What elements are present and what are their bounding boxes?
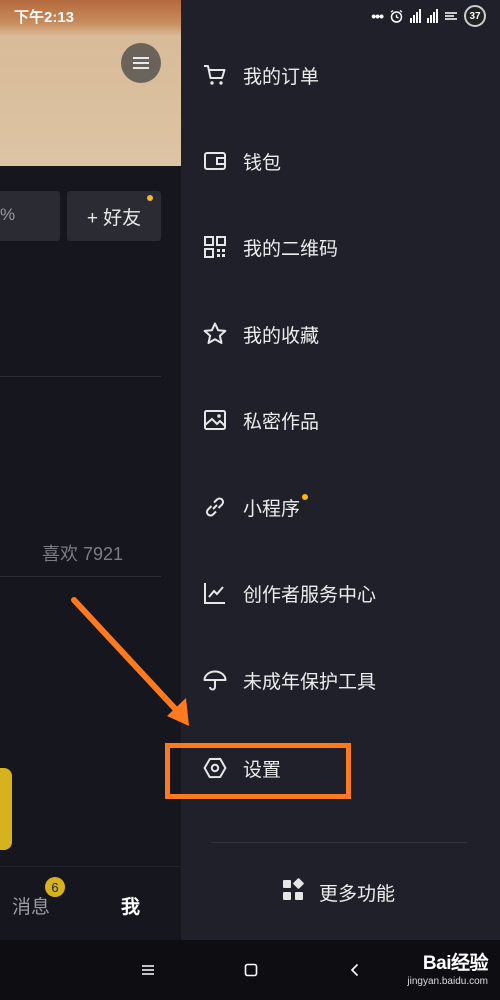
drawer-item-label: 小程序: [243, 498, 301, 520]
drawer-item-wallet[interactable]: 钱包: [181, 131, 500, 191]
signal-icon: [427, 9, 438, 23]
drawer-item-label: 私密作品: [243, 411, 320, 433]
drawer-item-private-works[interactable]: 私密作品: [181, 390, 500, 450]
profile-page-background: % + 好友 喜欢 7921 消息 6 我: [0, 0, 181, 940]
more-notifications-icon: •••: [371, 8, 384, 24]
profile-stat-text: %: [0, 205, 16, 224]
annotation-highlight-box: [165, 743, 351, 799]
baidu-jingyan-watermark: Bai经验 jingyan.baidu.com: [407, 948, 488, 987]
drawer-item-label: 钱包: [243, 152, 282, 174]
drawer-item-qrcode[interactable]: 我的二维码: [181, 217, 500, 277]
signal-icon: [410, 9, 421, 23]
side-drawer: 我的订单 钱包 我的二维码 我的收藏 私密作品 小程序 创作者服务中心 未成年保…: [181, 0, 500, 940]
home-button[interactable]: [239, 958, 263, 982]
tab-messages[interactable]: 消息: [12, 892, 50, 919]
divider: [0, 376, 161, 377]
drawer-item-label: 我的收藏: [243, 325, 320, 347]
watermark-site: jingyan.baidu.com: [407, 976, 488, 987]
menu-lines-icon: [142, 965, 154, 975]
drawer-item-label: 创作者服务中心: [243, 584, 377, 606]
drawer-item-creator-center[interactable]: 创作者服务中心: [181, 563, 500, 623]
recents-button[interactable]: [136, 958, 160, 982]
drawer-item-favorites[interactable]: 我的收藏: [181, 304, 500, 364]
grid-icon: [281, 877, 305, 907]
notification-dot: [302, 494, 308, 500]
more-features-button[interactable]: 更多功能: [281, 862, 395, 922]
status-bar: 下午2:13 ••• 37: [0, 0, 500, 32]
back-button[interactable]: [343, 958, 367, 982]
alarm-icon: [390, 9, 403, 23]
status-time: 下午2:13: [14, 9, 75, 26]
chevron-left-icon: [350, 963, 359, 977]
chart-icon: [202, 580, 228, 606]
notification-dot: [147, 195, 153, 201]
umbrella-icon: [202, 667, 228, 693]
hamburger-menu-button[interactable]: [121, 43, 161, 83]
tab-me[interactable]: 我: [121, 892, 140, 919]
bottom-tab-bar: 消息 6 我: [0, 866, 181, 940]
square-home-icon: [244, 963, 258, 977]
hamburger-icon: [133, 57, 149, 69]
battery-indicator: 37: [464, 5, 486, 27]
drawer-item-mini-programs[interactable]: 小程序: [181, 477, 500, 537]
floating-yellow-tab[interactable]: [0, 768, 12, 850]
add-friend-label: + 好友: [86, 207, 142, 229]
status-icons: ••• 37: [371, 5, 486, 27]
private-image-icon: [202, 407, 228, 433]
wallet-icon: [202, 148, 228, 174]
more-features-label: 更多功能: [319, 883, 396, 905]
drawer-item-label: 未成年保护工具: [243, 671, 377, 693]
cart-icon: [202, 62, 228, 88]
drawer-item-orders[interactable]: 我的订单: [181, 45, 500, 105]
drawer-item-minor-protection[interactable]: 未成年保护工具: [181, 650, 500, 710]
system-nav-bar: Bai经验 jingyan.baidu.com: [0, 940, 500, 1000]
divider: [211, 842, 467, 843]
star-icon: [202, 321, 228, 347]
messages-badge: 6: [45, 877, 65, 897]
drawer-item-label: 我的二维码: [243, 238, 339, 260]
drawer-item-label: 我的订单: [243, 66, 320, 88]
data-sync-icon: [445, 12, 457, 20]
qrcode-icon: [202, 234, 228, 260]
likes-tab[interactable]: 喜欢 7921: [42, 540, 123, 566]
profile-stat-button[interactable]: %: [0, 191, 60, 241]
link-icon: [202, 494, 228, 520]
divider: [0, 576, 161, 577]
add-friend-button[interactable]: + 好友: [67, 191, 161, 241]
watermark-brand: Bai经验: [422, 953, 489, 974]
